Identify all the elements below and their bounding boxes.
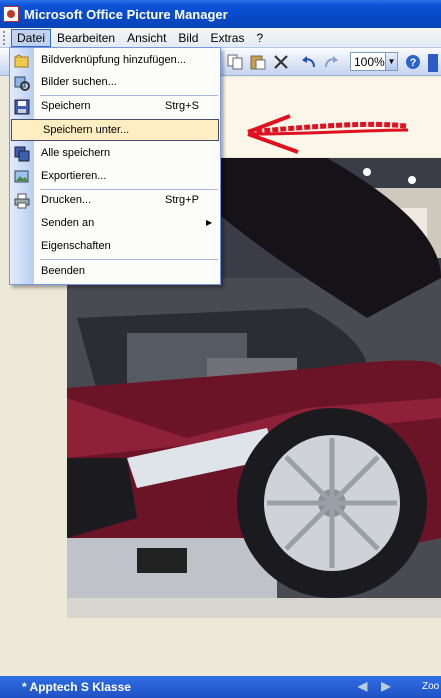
file-menu-dropdown: Bildverknüpfung hinzufügen... Bilder suc…	[9, 47, 221, 285]
svg-text:?: ?	[410, 57, 417, 69]
menu-bild[interactable]: Bild	[172, 29, 204, 47]
menu-item-print[interactable]: Drucken... Strg+P	[10, 190, 220, 212]
zoom-value: 100%	[354, 55, 385, 69]
status-navigation: ◀ ▶	[358, 679, 390, 693]
menu-extras[interactable]: Extras	[204, 29, 250, 47]
title-bar: Microsoft Office Picture Manager	[0, 0, 441, 28]
zoom-combo[interactable]: 100% ▼	[350, 52, 398, 71]
status-file-name: * Apptech S Klasse	[22, 680, 131, 694]
menu-item-save[interactable]: Speichern Strg+S	[10, 96, 220, 118]
window-title: Microsoft Office Picture Manager	[24, 6, 228, 22]
toolbar-grip[interactable]	[3, 30, 7, 45]
save-all-icon	[14, 146, 30, 162]
submenu-arrow-icon: ▶	[206, 218, 213, 227]
menu-item-save-as[interactable]: Speichern unter...	[11, 119, 219, 141]
save-icon	[14, 99, 30, 115]
help-icon[interactable]: ?	[404, 54, 422, 70]
delete-icon[interactable]	[272, 54, 290, 70]
next-picture-icon[interactable]: ▶	[381, 679, 390, 693]
menu-item-send-to[interactable]: Senden an ▶	[10, 213, 220, 235]
paste-icon[interactable]	[249, 54, 267, 70]
menu-bar: Datei Bearbeiten Ansicht Bild Extras ?	[0, 28, 441, 48]
menu-item-add-picture-shortcut[interactable]: Bildverknüpfung hinzufügen...	[10, 50, 220, 72]
undo-icon[interactable]	[300, 54, 318, 70]
menu-item-save-all[interactable]: Alle speichern	[10, 143, 220, 165]
status-bar: * Apptech S Klasse ◀ ▶ Zoo	[0, 676, 441, 698]
annotation-arrow-icon	[247, 114, 409, 154]
menu-item-export[interactable]: Exportieren...	[10, 166, 220, 188]
previous-picture-icon[interactable]: ◀	[358, 679, 367, 693]
menu-help[interactable]: ?	[250, 29, 269, 47]
print-icon	[14, 193, 30, 209]
redo-icon[interactable]	[322, 54, 340, 70]
status-zoom-label: Zoo	[422, 681, 440, 692]
export-icon	[14, 170, 29, 183]
chevron-down-icon[interactable]: ▼	[385, 53, 397, 70]
menu-datei[interactable]: Datei	[11, 28, 52, 47]
menu-item-locate-pictures[interactable]: Bilder suchen...	[10, 72, 220, 94]
menu-bearbeiten[interactable]: Bearbeiten	[51, 29, 121, 47]
menu-item-properties[interactable]: Eigenschaften	[10, 236, 220, 258]
copy-icon[interactable]	[226, 54, 244, 70]
picture-manager-icon	[3, 6, 19, 22]
toolbar-overflow-button[interactable]	[428, 54, 438, 72]
menu-item-exit[interactable]: Beenden	[10, 261, 220, 283]
menu-ansicht[interactable]: Ansicht	[121, 29, 172, 47]
menu-separator	[40, 259, 218, 260]
add-shortcut-icon	[14, 54, 29, 68]
locate-pictures-icon	[14, 76, 30, 91]
